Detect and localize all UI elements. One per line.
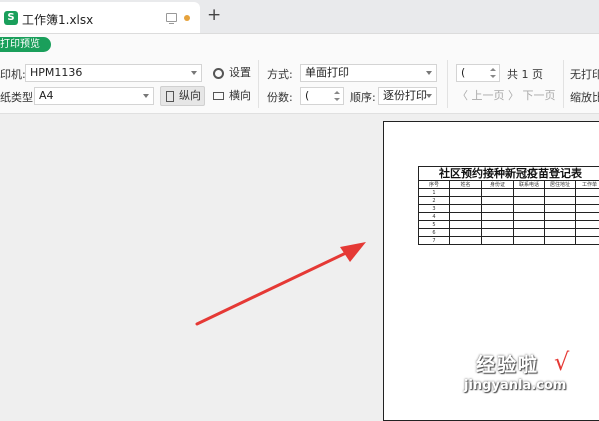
annotation-arrow (0, 0, 599, 404)
watermark-text: 经验啦 (476, 350, 539, 377)
checkmark-icon: √ (554, 348, 569, 376)
watermark-url: jingyanla.com (464, 378, 566, 393)
